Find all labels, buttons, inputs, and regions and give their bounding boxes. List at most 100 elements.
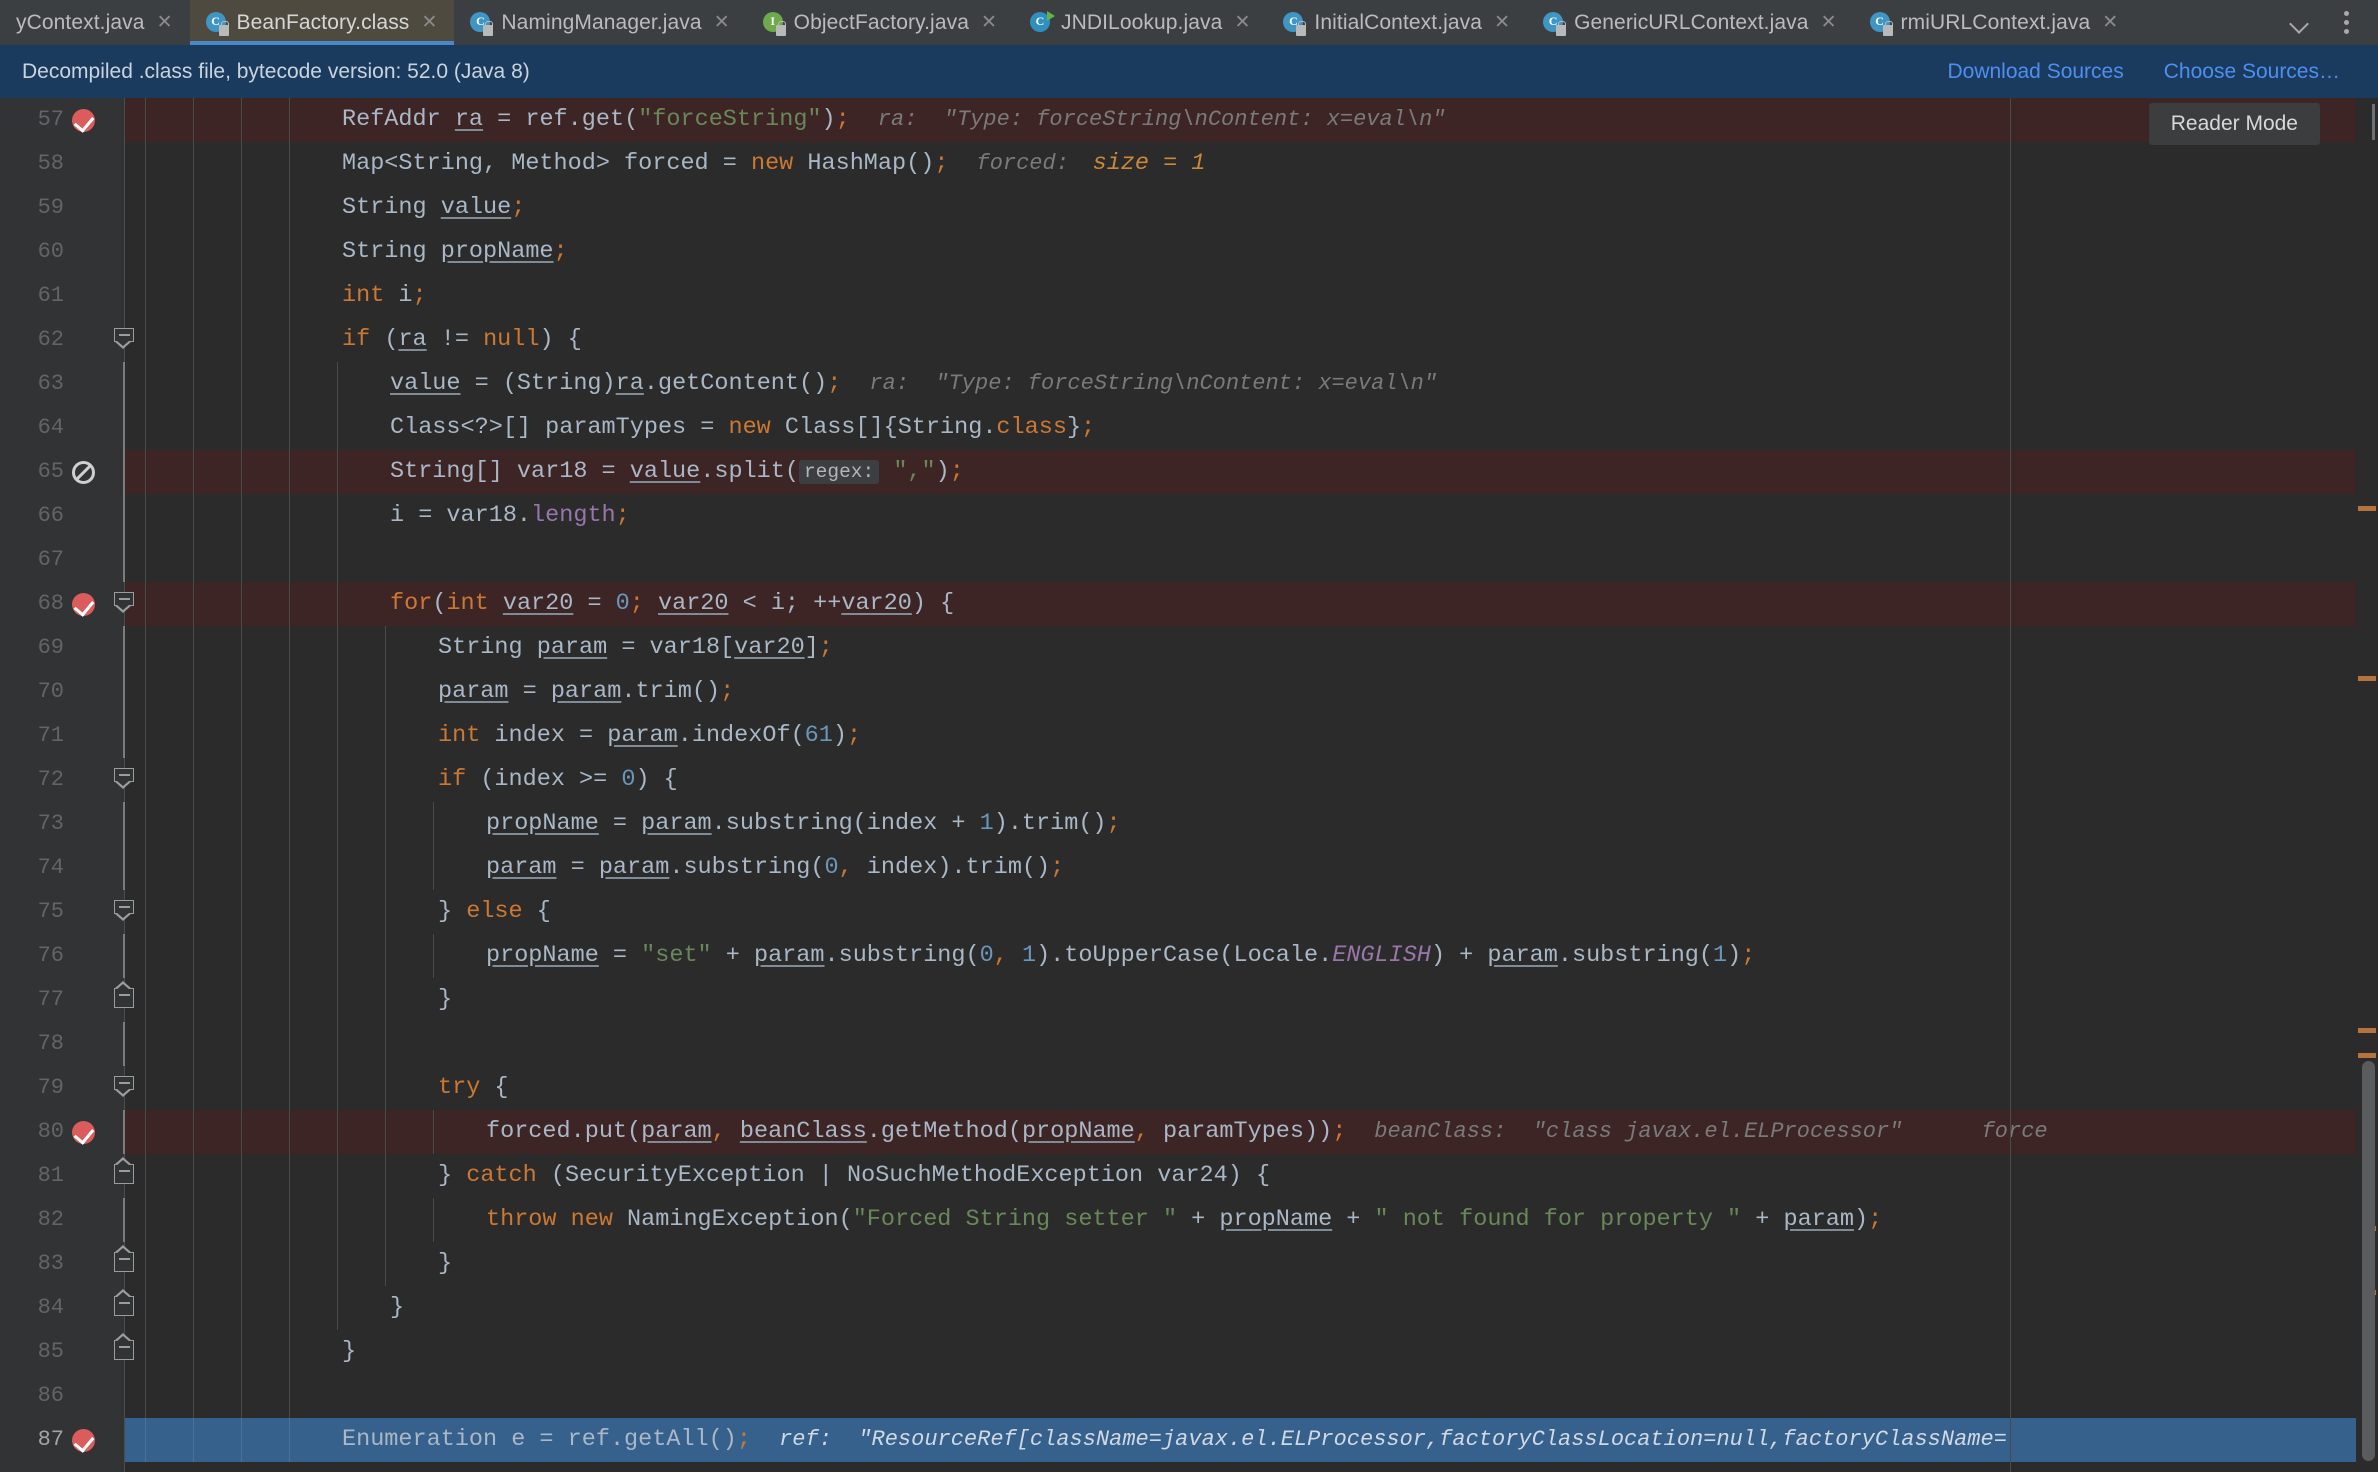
close-icon[interactable]: ✕	[2099, 13, 2121, 32]
fold-start-icon[interactable]	[114, 1076, 134, 1097]
editor-tab-namingmanager-java[interactable]: C NamingManager.java ✕	[454, 0, 746, 45]
close-icon[interactable]: ✕	[1491, 13, 1513, 32]
fold-start-icon[interactable]	[114, 768, 134, 789]
editor-tab-genericurlcontext-java[interactable]: C GenericURLContext.java ✕	[1527, 0, 1853, 45]
code-line[interactable]: 78	[0, 1022, 2378, 1066]
code-text[interactable]: }	[438, 1242, 452, 1286]
code-text[interactable]: param = param.substring(0, index).trim()…	[486, 846, 1064, 890]
breakpoint-icon[interactable]	[72, 1429, 95, 1452]
code-line[interactable]: 86	[0, 1374, 2378, 1418]
editor-tab-beanfactory-class[interactable]: C BeanFactory.class ✕	[189, 0, 455, 45]
code-line[interactable]: 75} else {	[0, 890, 2378, 934]
code-line[interactable]: 81} catch (SecurityException | NoSuchMet…	[0, 1154, 2378, 1198]
editor-tab-initialcontext-java[interactable]: C InitialContext.java ✕	[1267, 0, 1527, 45]
code-line[interactable]: 84}	[0, 1286, 2378, 1330]
choose-sources-link[interactable]: Choose Sources…	[2164, 60, 2340, 84]
editor-tab-objectfactory-java[interactable]: I ObjectFactory.java ✕	[747, 0, 1014, 45]
close-icon[interactable]: ✕	[1818, 13, 1840, 32]
code-line[interactable]: 59 String value;	[0, 186, 2378, 230]
code-text[interactable]: for(int var20 = 0; var20 < i; ++var20) {	[390, 582, 954, 626]
code-line[interactable]: 69 String param = var18[var20];	[0, 626, 2378, 670]
code-text[interactable]: }	[438, 978, 452, 1022]
code-line[interactable]: 60 String propName;	[0, 230, 2378, 274]
close-icon[interactable]: ✕	[1231, 13, 1253, 32]
breakpoint-icon[interactable]	[72, 1121, 95, 1144]
scrollbar-error-marker[interactable]	[2358, 506, 2376, 511]
code-line[interactable]: 61 int i;	[0, 274, 2378, 318]
code-text[interactable]: try {	[438, 1066, 509, 1110]
code-line[interactable]: 65 String[] var18 = value.split(regex: ",…	[0, 450, 2378, 494]
code-editor[interactable]: 57 RefAddr ra = ref.get("forceString"); ra…	[0, 98, 2378, 1472]
code-line[interactable]: 58 Map<String, Method> forced = new HashM…	[0, 142, 2378, 186]
code-text[interactable]: throw new NamingException("Forced String…	[486, 1198, 1882, 1242]
close-icon[interactable]: ✕	[418, 13, 440, 32]
code-text[interactable]: } else {	[438, 890, 551, 934]
code-text[interactable]: Class<?>[] paramTypes = new Class[]{Stri…	[390, 406, 1095, 450]
code-line[interactable]: 73 propName = param.substring(index + 1).…	[0, 802, 2378, 846]
fold-end-icon[interactable]	[114, 981, 134, 1008]
code-line[interactable]: 72 if (index >= 0) {	[0, 758, 2378, 802]
fold-start-icon[interactable]	[114, 900, 134, 921]
code-text[interactable]: String param = var18[var20];	[438, 626, 833, 670]
code-line[interactable]: 64 Class<?>[] paramTypes = new Class[]{St…	[0, 406, 2378, 450]
scrollbar-error-marker[interactable]	[2358, 676, 2376, 681]
code-line[interactable]: 76 propName = "set" + param.substring(0, …	[0, 934, 2378, 978]
close-icon[interactable]: ✕	[978, 13, 1000, 32]
close-icon[interactable]: ✕	[711, 13, 733, 32]
scrollbar-thumb[interactable]	[2362, 1061, 2375, 1461]
chevron-down-icon[interactable]	[2278, 0, 2322, 45]
code-line[interactable]: 68 for(int var20 = 0; var20 < i; ++var20)…	[0, 582, 2378, 626]
code-line[interactable]: 57 RefAddr ra = ref.get("forceString"); ra…	[0, 98, 2378, 142]
code-text[interactable]: }	[342, 1330, 356, 1374]
code-line[interactable]: 85}	[0, 1330, 2378, 1374]
code-line[interactable]: 80 forced.put(param, beanClass.getMethod(…	[0, 1110, 2378, 1154]
editor-tab-jndilookup-java[interactable]: C JNDILookup.java ✕	[1014, 0, 1267, 45]
code-text[interactable]: String[] var18 = value.split(regex: ",")…	[390, 450, 964, 494]
code-text[interactable]: int index = param.indexOf(61);	[438, 714, 861, 758]
code-text[interactable]: propName = "set" + param.substring(0, 1)…	[486, 934, 1755, 978]
fold-start-icon[interactable]	[114, 592, 134, 613]
code-text[interactable]: i = var18.length;	[390, 494, 630, 538]
reader-mode-tooltip[interactable]: Reader Mode	[2148, 103, 2320, 145]
code-text[interactable]: propName = param.substring(index + 1).tr…	[486, 802, 1121, 846]
editor-tab-ycontext-java[interactable]: yContext.java ✕	[0, 0, 190, 45]
code-line[interactable]: 77}	[0, 978, 2378, 1022]
code-line[interactable]: 70 param = param.trim();	[0, 670, 2378, 714]
code-text[interactable]: } catch (SecurityException | NoSuchMetho…	[438, 1154, 1270, 1198]
code-line[interactable]: 87 Enumeration e = ref.getAll(); ref: "Res…	[0, 1418, 2378, 1462]
code-text[interactable]: Enumeration e = ref.getAll();	[342, 1418, 751, 1462]
breakpoint-icon[interactable]	[72, 109, 95, 132]
code-text[interactable]: int i;	[342, 274, 427, 318]
muted-breakpoint-icon[interactable]	[72, 461, 95, 484]
code-text[interactable]: if (index >= 0) {	[438, 758, 678, 802]
fold-end-icon[interactable]	[114, 1333, 134, 1360]
fold-end-icon[interactable]	[114, 1245, 134, 1272]
code-line[interactable]: 67	[0, 538, 2378, 582]
fold-start-icon[interactable]	[114, 328, 134, 349]
editor-scrollbar[interactable]	[2356, 98, 2378, 1472]
code-text[interactable]: value = (String)ra.getContent();	[390, 362, 841, 406]
code-text[interactable]: param = param.trim();	[438, 670, 734, 714]
code-line[interactable]: 62 if (ra != null) {	[0, 318, 2378, 362]
code-line[interactable]: 66 i = var18.length;	[0, 494, 2378, 538]
scrollbar-error-marker[interactable]	[2358, 1053, 2376, 1058]
code-line[interactable]: 74 param = param.substring(0, index).trim…	[0, 846, 2378, 890]
editor-tab-rmiurlcontext-java[interactable]: CrmiURLContext.java ✕	[1854, 0, 2136, 45]
code-text[interactable]: String value;	[342, 186, 525, 230]
code-text[interactable]: Map<String, Method> forced = new HashMap…	[342, 142, 948, 186]
code-line[interactable]: 79 try {	[0, 1066, 2378, 1110]
code-text[interactable]: if (ra != null) {	[342, 318, 582, 362]
code-text[interactable]: RefAddr ra = ref.get("forceString");	[342, 98, 850, 142]
scrollbar-error-marker[interactable]	[2358, 1028, 2376, 1033]
code-line[interactable]: 71 int index = param.indexOf(61);	[0, 714, 2378, 758]
breakpoint-icon[interactable]	[72, 593, 95, 616]
code-line[interactable]: 82 throw new NamingException("Forced Stri…	[0, 1198, 2378, 1242]
fold-end-icon[interactable]	[114, 1157, 134, 1184]
code-text[interactable]: forced.put(param, beanClass.getMethod(pr…	[486, 1110, 1346, 1154]
fold-end-icon[interactable]	[114, 1289, 134, 1316]
close-icon[interactable]: ✕	[154, 13, 176, 32]
code-text[interactable]: }	[390, 1286, 404, 1330]
code-line[interactable]: 83}	[0, 1242, 2378, 1286]
download-sources-link[interactable]: Download Sources	[1947, 60, 2123, 84]
kebab-menu-icon[interactable]	[2324, 0, 2368, 45]
